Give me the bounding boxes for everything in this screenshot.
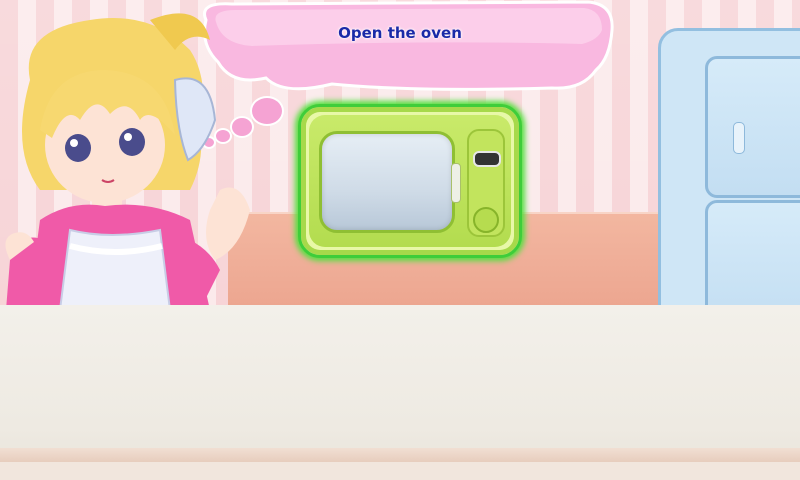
microwave-window xyxy=(319,131,455,233)
microwave-icon[interactable] xyxy=(298,104,522,258)
microwave-display xyxy=(473,151,501,167)
game-scene: Open the oven xyxy=(0,0,800,480)
front-counter-base xyxy=(0,462,800,480)
chef-girl-character xyxy=(5,13,250,310)
fridge-handle[interactable] xyxy=(733,122,745,154)
microwave-handle[interactable] xyxy=(451,163,461,203)
instruction-text: Open the oven xyxy=(338,24,462,42)
front-counter-trim xyxy=(0,448,800,462)
fridge-door-top[interactable] xyxy=(705,56,800,198)
microwave-knob[interactable] xyxy=(473,207,499,233)
